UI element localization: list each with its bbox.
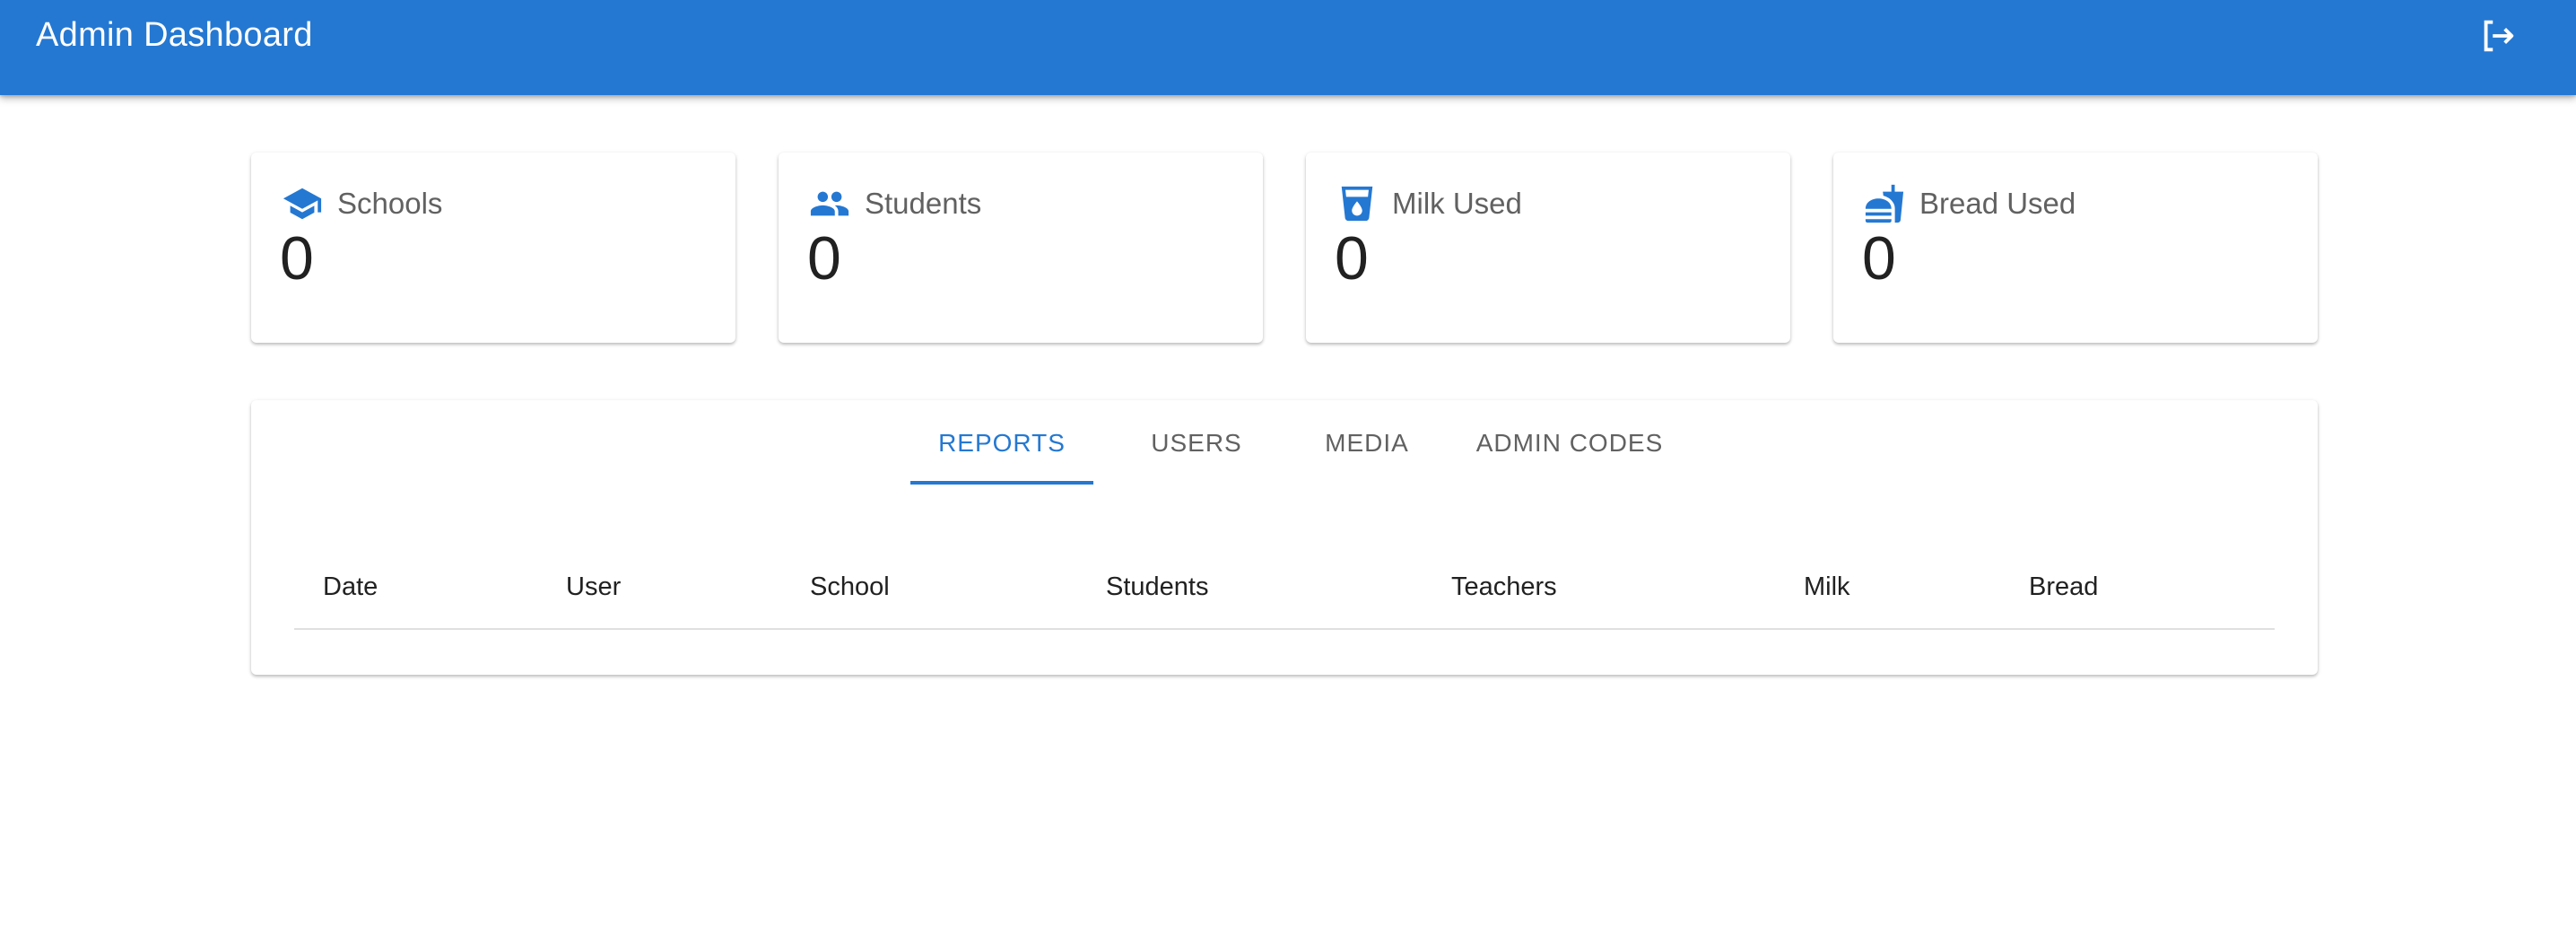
logout-icon	[2477, 15, 2519, 61]
stat-card-students: Students 0	[779, 153, 1263, 343]
stat-card-header: Milk Used	[1336, 183, 1522, 224]
tabs-panel: REPORTS USERS MEDIA ADMIN CODES Date Use…	[251, 400, 2318, 675]
column-header-bread[interactable]: Bread	[2029, 544, 2098, 630]
stat-label: Schools	[337, 187, 443, 220]
tab-media[interactable]: MEDIA	[1283, 400, 1451, 486]
column-header-school[interactable]: School	[810, 544, 890, 630]
stat-label: Milk Used	[1392, 187, 1522, 220]
stat-label: Bread Used	[1919, 187, 2076, 220]
stat-card-milk-used: Milk Used 0	[1306, 153, 1790, 343]
tab-bar: REPORTS USERS MEDIA ADMIN CODES	[251, 400, 2318, 486]
local-drink-icon	[1336, 183, 1378, 224]
stat-value: 0	[1335, 224, 1369, 293]
stat-value: 0	[280, 224, 314, 293]
people-icon	[809, 183, 850, 224]
stat-card-header: Bread Used	[1864, 183, 2076, 224]
logout-button[interactable]	[2458, 11, 2538, 65]
column-header-students[interactable]: Students	[1106, 544, 1208, 630]
stat-card-schools: Schools 0	[251, 153, 735, 343]
fastfood-icon	[1864, 183, 1905, 224]
active-tab-indicator	[910, 481, 1093, 485]
stat-label: Students	[865, 187, 982, 220]
stat-value: 0	[807, 224, 841, 293]
school-icon	[282, 183, 323, 224]
app-bar: Admin Dashboard	[0, 0, 2576, 95]
tab-users[interactable]: USERS	[1112, 400, 1281, 486]
tab-admin-codes[interactable]: ADMIN CODES	[1435, 400, 1704, 486]
column-header-teachers[interactable]: Teachers	[1451, 544, 1557, 630]
tab-reports[interactable]: REPORTS	[910, 400, 1093, 486]
stat-card-bread-used: Bread Used 0	[1833, 153, 2318, 343]
column-header-date[interactable]: Date	[323, 544, 378, 630]
stat-value: 0	[1862, 224, 1896, 293]
stat-card-header: Students	[809, 183, 981, 224]
reports-table: Date User School Students Teachers Milk …	[294, 544, 2275, 630]
column-header-user[interactable]: User	[566, 544, 621, 630]
app-title: Admin Dashboard	[36, 16, 313, 54]
column-header-milk[interactable]: Milk	[1804, 544, 1850, 630]
stat-card-header: Schools	[282, 183, 442, 224]
